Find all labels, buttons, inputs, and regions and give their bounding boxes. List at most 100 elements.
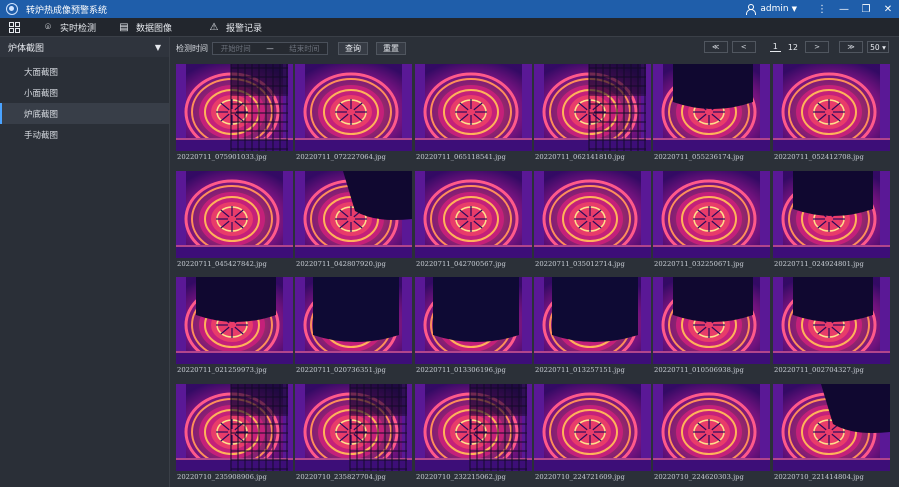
nav-label: 报警记录 [226, 23, 263, 34]
image-filename: 20220711_062141810.jpg [535, 153, 625, 161]
first-page-button[interactable]: ≪ [703, 41, 728, 53]
image-card[interactable]: 20220711_021259973.jpg [176, 277, 293, 376]
image-card[interactable]: 20220711_042700567.jpg [415, 171, 532, 270]
thermal-image[interactable] [295, 171, 412, 258]
sidebar: 炉体截图 ▼ 大面截图 小面截图 炉底截图 手动截图 [0, 37, 170, 487]
thermal-image[interactable] [176, 64, 293, 151]
image-filename: 20220711_024924801.jpg [774, 260, 864, 268]
sidebar-item-small-face[interactable]: 小面截图 [0, 82, 169, 103]
thermal-image[interactable] [653, 277, 770, 364]
image-card[interactable]: 20220711_010506938.jpg [653, 277, 770, 376]
thermal-image[interactable] [295, 384, 412, 471]
thermal-image[interactable] [653, 64, 770, 151]
image-card[interactable]: 20220711_002704327.jpg [773, 277, 890, 376]
query-button[interactable]: 查询 [338, 41, 368, 55]
last-page-button[interactable]: ≫ [839, 41, 863, 53]
image-card[interactable]: 20220711_013306196.jpg [415, 277, 532, 376]
restore-button[interactable]: ❐ [855, 0, 877, 18]
sidebar-item-manual[interactable]: 手动截图 [0, 124, 169, 145]
image-card[interactable]: 20220711_055236174.jpg [653, 64, 770, 163]
image-filename: 20220711_075901033.jpg [177, 153, 267, 161]
thermal-image[interactable] [773, 171, 890, 258]
close-button[interactable]: ✕ [877, 0, 899, 18]
minimize-button[interactable]: — [833, 0, 855, 18]
page-size-select[interactable]: 50 ▾ [867, 41, 889, 53]
sidebar-item-large-face[interactable]: 大面截图 [0, 61, 169, 82]
chevron-down-icon: ▼ [154, 42, 161, 52]
thermal-image[interactable] [415, 277, 532, 364]
image-card[interactable]: 20220710_221414804.jpg [773, 384, 890, 483]
image-filename: 20220710_224721609.jpg [535, 473, 625, 481]
thermal-image[interactable] [773, 277, 890, 364]
image-card[interactable]: 20220710_232215062.jpg [415, 384, 532, 483]
thermal-image[interactable] [773, 64, 890, 151]
thermal-image[interactable] [176, 171, 293, 258]
image-card[interactable]: 20220711_024924801.jpg [773, 171, 890, 270]
image-filename: 20220710_221414804.jpg [774, 473, 864, 481]
image-card[interactable]: 20220710_224620303.jpg [653, 384, 770, 483]
image-card[interactable]: 20220711_035012714.jpg [534, 171, 651, 270]
thermal-image[interactable] [176, 384, 293, 471]
thermal-image[interactable] [415, 384, 532, 471]
app-title: 转炉热成像预警系统 [26, 5, 108, 16]
image-filename: 20220711_055236174.jpg [654, 153, 744, 161]
image-filename: 20220711_021259973.jpg [177, 366, 267, 374]
image-filename: 20220711_002704327.jpg [774, 366, 864, 374]
image-card[interactable]: 20220710_235827704.jpg [295, 384, 412, 483]
chevron-down-icon[interactable]: ▼ [792, 5, 797, 13]
image-gallery: 20220711_075901033.jpg 20220711_072227064… [176, 64, 891, 487]
grid-icon [8, 21, 20, 33]
nav-alarm-records[interactable]: ⚠ 报警记录 [200, 18, 270, 37]
image-card[interactable]: 20220711_042807920.jpg [295, 171, 412, 270]
next-page-button[interactable]: > [805, 41, 829, 53]
user-menu[interactable]: admin [760, 4, 788, 14]
image-filename: 20220710_235908906.jpg [177, 473, 267, 481]
image-card[interactable]: 20220711_065118541.jpg [415, 64, 532, 163]
current-page[interactable]: 1 [769, 42, 781, 52]
image-card[interactable]: 20220711_062141810.jpg [534, 64, 651, 163]
thermal-image[interactable] [176, 277, 293, 364]
image-card[interactable]: 20220711_052412708.jpg [773, 64, 890, 163]
prev-page-button[interactable]: < [731, 41, 756, 53]
thermal-image[interactable] [415, 64, 532, 151]
total-pages: 12 [787, 42, 798, 52]
sidebar-item-furnace-bottom[interactable]: 炉底截图 [0, 103, 169, 124]
main-content: 检测时间 开始时间 — 结束时间 查询 重置 ≪ < 1 12 > ≫ 50 ▾… [170, 37, 899, 487]
filter-label: 检测时间 [176, 43, 208, 53]
thermal-image[interactable] [295, 64, 412, 151]
thermal-image[interactable] [534, 171, 651, 258]
warning-icon: ⚠ [209, 21, 219, 33]
image-filename: 20220710_232215062.jpg [416, 473, 506, 481]
image-card[interactable]: 20220711_032250671.jpg [653, 171, 770, 270]
end-time-input[interactable]: 结束时间 [289, 43, 319, 54]
thermal-image[interactable] [653, 384, 770, 471]
thermal-image[interactable] [773, 384, 890, 471]
image-card[interactable]: 20220711_020736351.jpg [295, 277, 412, 376]
nav-home[interactable] [0, 18, 34, 37]
image-card[interactable]: 20220710_235908906.jpg [176, 384, 293, 483]
nav-data-images[interactable]: ▤ 数据图像 [110, 18, 180, 37]
nav-realtime[interactable]: ⌾ 实时检测 [34, 18, 104, 37]
image-card[interactable]: 20220711_072227064.jpg [295, 64, 412, 163]
image-filename: 20220711_042807920.jpg [296, 260, 386, 268]
thermal-image[interactable] [534, 277, 651, 364]
thermal-image[interactable] [534, 384, 651, 471]
image-card[interactable]: 20220710_224721609.jpg [534, 384, 651, 483]
more-menu-button[interactable]: ⋮ [811, 0, 833, 18]
date-range-picker[interactable]: 开始时间 — 结束时间 [212, 41, 328, 55]
thermal-image[interactable] [295, 277, 412, 364]
reset-button[interactable]: 重置 [376, 41, 406, 55]
nav-label: 实时检测 [60, 23, 97, 34]
pagination: ≪ < 1 12 > ≫ 50 ▾ [703, 41, 889, 53]
start-time-input[interactable]: 开始时间 [221, 43, 251, 54]
thermal-image[interactable] [415, 171, 532, 258]
filter-bar: 检测时间 开始时间 — 结束时间 查询 重置 ≪ < 1 12 > ≫ 50 ▾ [170, 41, 899, 55]
sidebar-group-label: 炉体截图 [8, 43, 45, 54]
thermal-image[interactable] [653, 171, 770, 258]
image-filename: 20220710_224620303.jpg [654, 473, 744, 481]
image-card[interactable]: 20220711_045427842.jpg [176, 171, 293, 270]
image-card[interactable]: 20220711_075901033.jpg [176, 64, 293, 163]
sidebar-group-header[interactable]: 炉体截图 ▼ [0, 37, 169, 57]
thermal-image[interactable] [534, 64, 651, 151]
image-card[interactable]: 20220711_013257151.jpg [534, 277, 651, 376]
